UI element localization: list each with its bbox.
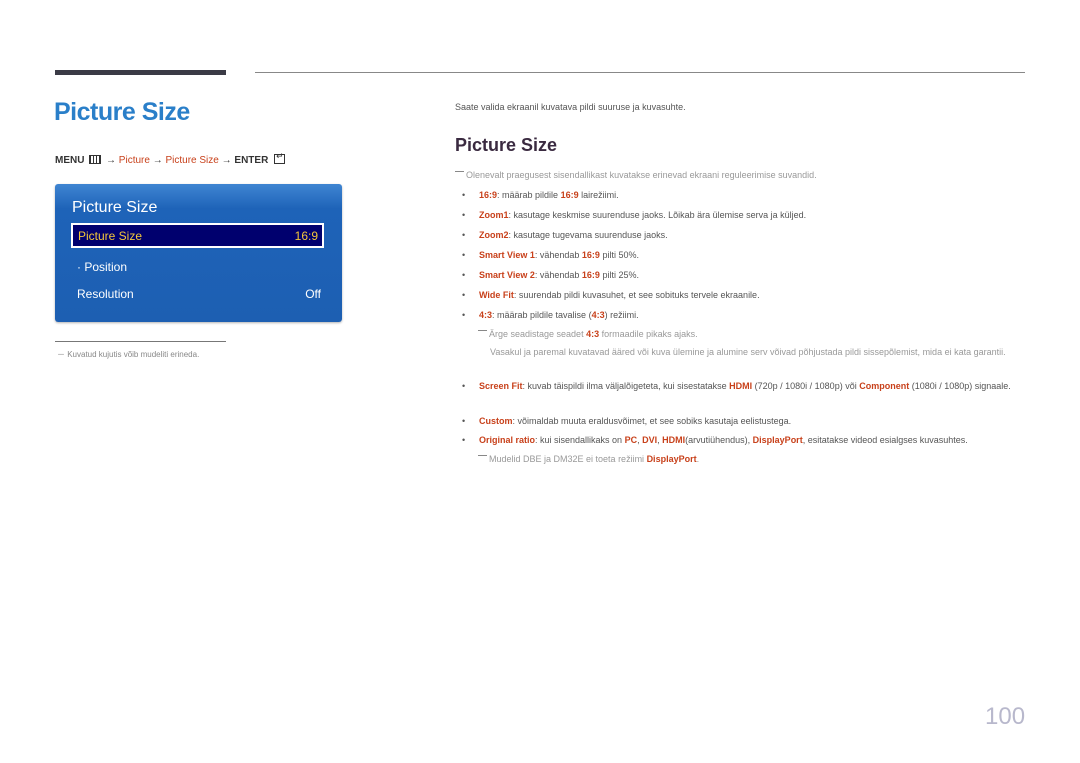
osd-title: Picture Size — [72, 199, 158, 216]
osd-item-position[interactable]: · Position — [77, 260, 127, 274]
intro-text: Saate valida ekraanil kuvatava pildi suu… — [455, 102, 686, 112]
note-43-warning: Ärge seadistage seadet 4:3 formaadile pi… — [478, 329, 698, 339]
note-43-burn-in: Vasakul ja paremal kuvatavad ääred või k… — [490, 347, 1006, 357]
osd-item-resolution-value: Off — [305, 287, 321, 301]
note-dash-icon — [455, 171, 464, 172]
note-input-source: Olenevalt praegusest sisendallikast kuva… — [455, 170, 817, 180]
footnote-divider — [55, 341, 226, 342]
footnote: － Kuvatud kujutis võib mudeliti erineda. — [57, 350, 200, 359]
arrow: → — [152, 155, 163, 166]
osd-item-value: 16:9 — [294, 229, 318, 243]
arrow: → — [221, 155, 232, 166]
page-title: Picture Size — [54, 98, 190, 126]
note-displayport: Mudelid DBE ja DM32E ei toeta režiimi Di… — [478, 454, 699, 464]
enter-icon — [274, 151, 286, 164]
menu-icon — [89, 155, 102, 164]
header-bar-thick — [55, 70, 226, 75]
osd-menu: Picture Size Picture Size 16:9 · Positio… — [55, 184, 342, 322]
menu-path-picture-size: Picture Size — [165, 155, 219, 166]
osd-item-label: Picture Size — [78, 229, 143, 243]
menu-label: MENU — [55, 155, 85, 166]
enter-label: ENTER — [234, 155, 269, 166]
menu-path: MENU → Picture → Picture Size → ENTER — [55, 151, 286, 166]
header-rule — [255, 72, 1025, 73]
page-number: 100 — [985, 703, 1026, 730]
arrow: → — [106, 155, 117, 166]
menu-path-picture: Picture — [118, 155, 150, 166]
osd-item-picture-size[interactable]: Picture Size 16:9 — [71, 223, 324, 248]
osd-item-resolution[interactable]: Resolution — [77, 287, 134, 301]
section-title: Picture Size — [455, 135, 558, 155]
note-dash-icon — [478, 455, 487, 456]
note-dash-icon — [478, 330, 487, 331]
